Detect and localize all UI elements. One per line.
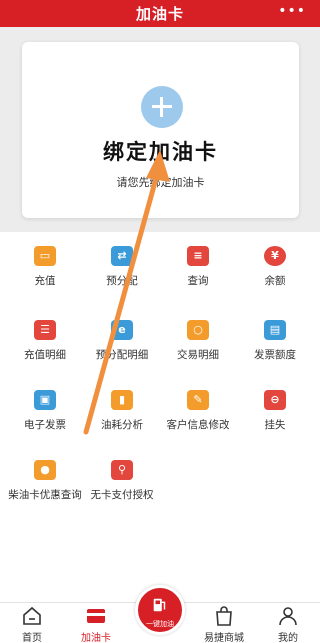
- menu-item-label: 预分配: [106, 275, 138, 287]
- function-menu: ▭ 充值 ⇄ 预分配 ≡ 查询 ¥ 余额 ☰ 充值明细 e 预分配明细 ○ 交易…: [0, 232, 320, 602]
- user-icon: [279, 607, 297, 626]
- menu-item-report-loss[interactable]: ⊖ 挂失: [235, 376, 315, 446]
- tab-label: 易捷商城: [204, 633, 244, 643]
- menu-item-transaction-detail[interactable]: ○ 交易明细: [158, 306, 238, 376]
- menu-item-edit-customer-info[interactable]: ✎ 客户信息修改: [158, 376, 238, 446]
- menu-item-label: 电子发票: [24, 419, 66, 431]
- menu-item-preallocate[interactable]: ⇄ 预分配: [82, 232, 162, 302]
- more-menu-icon[interactable]: •••: [278, 4, 306, 18]
- tab-mall[interactable]: 易捷商城: [192, 603, 256, 643]
- tab-fuel-card[interactable]: 加油卡: [64, 603, 128, 643]
- bar-chart-icon: ▮: [111, 390, 133, 410]
- bind-card-panel[interactable]: 绑定加油卡 请您先绑定加油卡: [22, 42, 299, 218]
- menu-item-label: 预分配明细: [95, 349, 149, 361]
- menu-item-balance[interactable]: ¥ 余额: [235, 232, 315, 302]
- tab-label: 加油卡: [81, 633, 111, 643]
- preallocation-detail-icon: e: [111, 320, 133, 340]
- menu-item-label: 交易明细: [177, 349, 219, 361]
- menu-item-label: 挂失: [264, 419, 286, 431]
- card-icon: [87, 609, 105, 623]
- ticket-icon: ●: [34, 460, 56, 480]
- menu-item-label: 客户信息修改: [166, 419, 230, 431]
- stamp-icon: ⚲: [111, 460, 133, 480]
- one-click-refuel-button[interactable]: 一键加油: [135, 585, 185, 635]
- menu-item-recharge-detail[interactable]: ☰ 充值明细: [5, 306, 85, 376]
- e-invoice-icon: ▣: [34, 390, 56, 410]
- tab-home[interactable]: 首页: [0, 603, 64, 643]
- add-icon[interactable]: [141, 86, 183, 128]
- menu-item-label: 充值明细: [24, 349, 66, 361]
- menu-item-label: 发票额度: [254, 349, 296, 361]
- menu-item-label: 柴油卡优惠查询: [8, 489, 82, 501]
- menu-item-label: 余额: [264, 275, 286, 287]
- menu-item-label: 油耗分析: [101, 419, 143, 431]
- tab-label: 首页: [22, 633, 42, 643]
- page-title: 加油卡: [135, 5, 184, 23]
- stack-icon: ≡: [187, 246, 209, 266]
- menu-item-label: 无卡支付授权: [90, 489, 154, 501]
- bind-card-subtitle: 请您先绑定加油卡: [116, 176, 205, 189]
- menu-item-fuel-analysis[interactable]: ▮ 油耗分析: [82, 376, 162, 446]
- menu-item-cardless-payment[interactable]: ⚲ 无卡支付授权: [82, 446, 162, 516]
- menu-item-e-invoice[interactable]: ▣ 电子发票: [5, 376, 85, 446]
- shopping-bag-icon: [216, 606, 232, 626]
- invoice-quota-icon: ▤: [264, 320, 286, 340]
- bind-card-title: 绑定加油卡: [103, 139, 218, 164]
- yen-coin-icon: ¥: [264, 246, 286, 266]
- one-click-refuel-label: 一键加油: [146, 620, 174, 628]
- search-document-icon: ○: [187, 320, 209, 340]
- fuel-pump-icon: [153, 598, 166, 612]
- menu-item-invoice-quota[interactable]: ▤ 发票额度: [235, 306, 315, 376]
- menu-item-diesel-discount[interactable]: ● 柴油卡优惠查询: [5, 446, 85, 516]
- menu-item-label: 查询: [187, 275, 209, 287]
- menu-item-query[interactable]: ≡ 查询: [158, 232, 238, 302]
- menu-item-label: 充值: [34, 275, 56, 287]
- transfer-icon: ⇄: [111, 246, 133, 266]
- menu-item-preallocation-detail[interactable]: e 预分配明细: [82, 306, 162, 376]
- tab-mine[interactable]: 我的: [256, 603, 320, 643]
- recharge-detail-icon: ☰: [34, 320, 56, 340]
- header-bar: 加油卡 •••: [0, 0, 320, 27]
- menu-item-recharge[interactable]: ▭ 充值: [5, 232, 85, 302]
- edit-user-icon: ✎: [187, 390, 209, 410]
- home-icon: [23, 606, 41, 625]
- wallet-icon: ▭: [34, 246, 56, 266]
- tab-label: 我的: [278, 633, 298, 643]
- report-loss-card-icon: ⊖: [264, 390, 286, 410]
